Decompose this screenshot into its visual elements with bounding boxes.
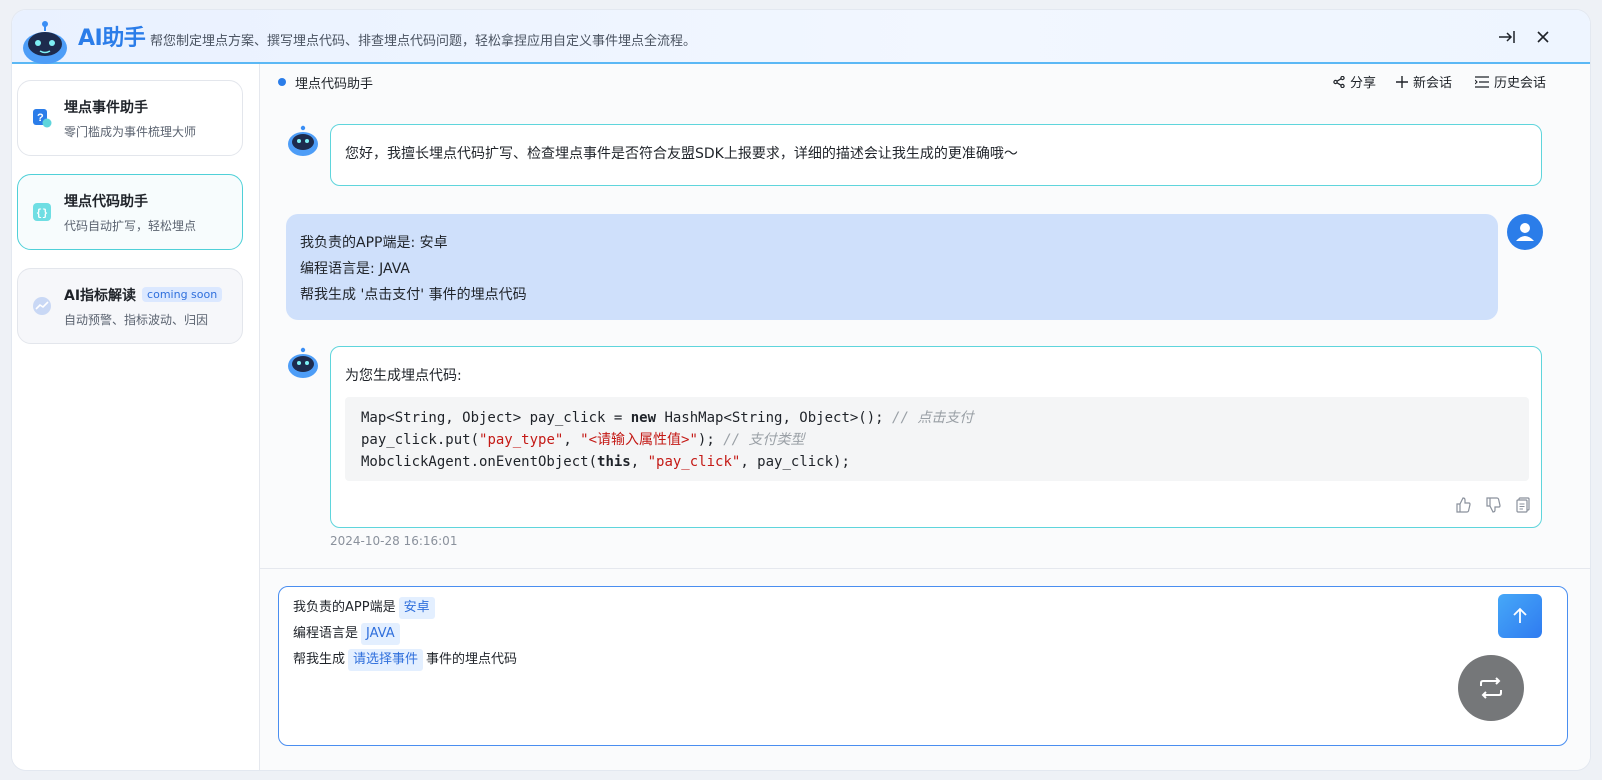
code-block[interactable]: Map<String, Object> pay_click = new Hash… (345, 397, 1529, 481)
app-header: AI助手 帮您制定埋点方案、撰写埋点代码、排查埋点代码问题，轻松拿捏应用自定义事… (12, 10, 1590, 64)
user-line: 编程语言是: JAVA (300, 261, 410, 277)
sidebar-item-event-assistant[interactable]: ? 埋点事件助手 零门槛成为事件梳理大师 (17, 80, 243, 156)
code-brackets-icon: {} (33, 203, 51, 221)
bot-avatar-icon (288, 347, 318, 378)
user-message: 我负责的APP端是: 安卓 编程语言是: JAVA 帮我生成 '点击支付' 事件… (286, 214, 1498, 320)
bot-message: 您好，我擅长埋点代码扩写、检查埋点事件是否符合友盟SDK上报要求，详细的描述会让… (330, 124, 1542, 186)
arrow-up-icon (1513, 607, 1527, 623)
bot-avatar-icon (288, 125, 318, 156)
chat-topbar: 埋点代码助手 分享 新会话 历史会话 (260, 64, 1590, 98)
swap-icon (1480, 677, 1502, 699)
share-label: 分享 (1350, 76, 1377, 91)
history-label: 历史会话 (1494, 76, 1547, 91)
send-button[interactable] (1498, 594, 1542, 638)
code-line-1: Map<String, Object> pay_click = new Hash… (361, 410, 974, 426)
event-select-tag[interactable]: 请选择事件 (348, 649, 424, 671)
thumbs-up-icon[interactable] (1455, 497, 1471, 513)
input-line-language: 编程语言是 JAVA (293, 623, 1553, 649)
input-line-platform: 我负责的APP端是 安卓 (293, 597, 1553, 623)
close-icon (1537, 31, 1549, 43)
prompt-input[interactable]: 我负责的APP端是 安卓 编程语言是 JAVA 帮我生成 请选择事件 事件的埋点代码 (278, 586, 1568, 746)
trend-chart-icon (33, 297, 51, 315)
sidebar-item-title-text: AI指标解读 (64, 288, 137, 304)
code-line-2: pay_click.put("pay_type", "<请输入属性值>"); /… (361, 432, 805, 448)
code-line-3: MobclickAgent.onEventObject(this, "pay_c… (361, 454, 850, 470)
svg-text:{}: {} (36, 208, 48, 220)
new-chat-button[interactable]: 新会话 (1396, 72, 1452, 91)
user-avatar-icon (1507, 214, 1543, 250)
sidebar-item-title: 埋点事件助手 (64, 100, 148, 116)
event-question-icon: ? (33, 109, 52, 128)
share-icon (1333, 75, 1345, 88)
user-line: 我负责的APP端是: 安卓 (300, 235, 448, 251)
arrow-to-right-icon (1499, 31, 1515, 43)
robot-logo-icon (23, 21, 67, 64)
switch-floating-button[interactable] (1458, 655, 1524, 721)
sidebar-item-subtitle: 自动预警、指标波动、归因 (64, 313, 209, 327)
close-button[interactable] (1532, 26, 1554, 48)
sidebar-item-ai-metrics[interactable]: AI指标解读 coming soon 自动预警、指标波动、归因 (17, 268, 243, 344)
feedback-actions (1455, 497, 1531, 513)
user-line: 帮我生成 '点击支付' 事件的埋点代码 (300, 287, 527, 303)
collapse-panel-button[interactable] (1496, 26, 1518, 48)
assistant-sidebar: ? 埋点事件助手 零门槛成为事件梳理大师 {} 埋点代码助手 代码自动扩写，轻松… (12, 64, 260, 770)
history-button[interactable]: 历史会话 (1475, 72, 1546, 91)
person-icon (1516, 223, 1534, 241)
current-assistant-label: 埋点代码助手 (295, 77, 374, 92)
copy-icon[interactable] (1515, 497, 1531, 513)
chat-panel: 埋点代码助手 分享 新会话 历史会话 您好，我擅长埋点代码扩写、检查埋点事件是否… (260, 64, 1590, 770)
sidebar-item-subtitle: 代码自动扩写，轻松埋点 (64, 219, 197, 233)
app-title: AI助手 (78, 26, 146, 51)
plus-icon (1396, 75, 1408, 88)
coming-soon-badge: coming soon (142, 287, 223, 302)
bot-code-message: 为您生成埋点代码: Map<String, Object> pay_click … (330, 346, 1542, 528)
input-line-event: 帮我生成 请选择事件 事件的埋点代码 (293, 649, 1553, 675)
new-chat-label: 新会话 (1413, 76, 1453, 91)
sidebar-item-title: AI指标解读 coming soon (64, 285, 223, 305)
platform-tag[interactable]: 安卓 (398, 597, 435, 619)
share-button[interactable]: 分享 (1333, 72, 1376, 91)
message-timestamp: 2024-10-28 16:16:01 (330, 534, 458, 548)
sidebar-item-subtitle: 零门槛成为事件梳理大师 (64, 125, 197, 139)
app-description: 帮您制定埋点方案、撰写埋点代码、排查埋点代码问题，轻松拿捏应用自定义事件埋点全流… (150, 34, 697, 49)
reply-intro: 为您生成埋点代码: (345, 368, 462, 384)
language-tag[interactable]: JAVA (361, 623, 400, 645)
sidebar-item-code-assistant[interactable]: {} 埋点代码助手 代码自动扩写，轻松埋点 (17, 174, 243, 250)
thumbs-down-icon[interactable] (1485, 497, 1501, 513)
status-dot (278, 78, 286, 86)
divider (260, 568, 1590, 569)
sidebar-item-title: 埋点代码助手 (64, 194, 148, 210)
history-list-icon (1475, 75, 1489, 88)
greeting-text: 您好，我擅长埋点代码扩写、检查埋点事件是否符合友盟SDK上报要求，详细的描述会让… (345, 146, 1018, 162)
app-window: AI助手 帮您制定埋点方案、撰写埋点代码、排查埋点代码问题，轻松拿捏应用自定义事… (12, 10, 1590, 770)
